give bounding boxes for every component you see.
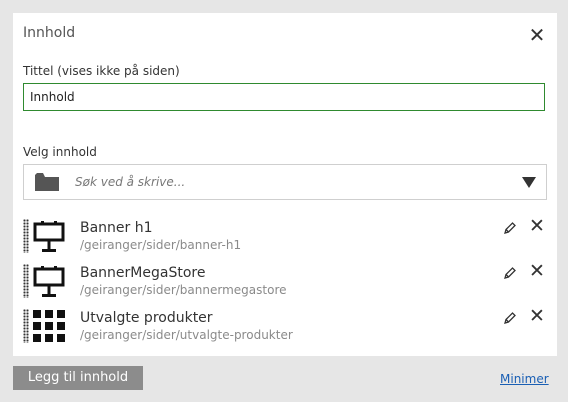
billboard-icon [33,266,65,297]
item-title[interactable]: Utvalgte produkter [80,310,213,326]
drag-handle-icon[interactable] [23,309,29,343]
folder-icon [35,173,59,191]
chevron-down-icon[interactable] [522,177,536,188]
title-input[interactable] [23,83,545,111]
drag-handle-icon[interactable] [23,219,29,253]
grid-icon [33,310,65,342]
item-path: /geiranger/sider/utvalgte-produkter [80,328,293,342]
edit-pencil-icon[interactable] [503,266,517,280]
add-content-button[interactable]: Legg til innhold [13,366,143,390]
content-search-placeholder: Søk ved å skrive... [75,175,186,189]
remove-item-icon[interactable]: ✕ [528,217,546,236]
content-picker-label: Velg innhold [23,145,97,159]
minimize-link[interactable]: Minimer [500,372,549,386]
drag-handle-icon[interactable] [23,264,29,298]
item-path: /geiranger/sider/banner-h1 [80,238,242,252]
edit-pencil-icon[interactable] [503,311,517,325]
list-item: Banner h1 /geiranger/sider/banner-h1 ✕ [23,217,547,257]
close-icon[interactable]: ✕ [528,25,546,45]
title-field-label: Tittel (vises ikke på siden) [23,64,180,78]
billboard-icon [33,221,65,252]
item-title[interactable]: BannerMegaStore [80,265,205,281]
content-search-select[interactable]: Søk ved å skrive... [23,164,547,200]
item-title[interactable]: Banner h1 [80,220,153,236]
remove-item-icon[interactable]: ✕ [528,307,546,326]
content-panel: Innhold ✕ Tittel (vises ikke på siden) V… [13,13,557,356]
edit-pencil-icon[interactable] [503,221,517,235]
panel-title: Innhold [23,25,76,41]
item-path: /geiranger/sider/bannermegastore [80,283,287,297]
remove-item-icon[interactable]: ✕ [528,262,546,281]
list-item: Utvalgte produkter /geiranger/sider/utva… [23,307,547,347]
list-item: BannerMegaStore /geiranger/sider/bannerm… [23,262,547,302]
